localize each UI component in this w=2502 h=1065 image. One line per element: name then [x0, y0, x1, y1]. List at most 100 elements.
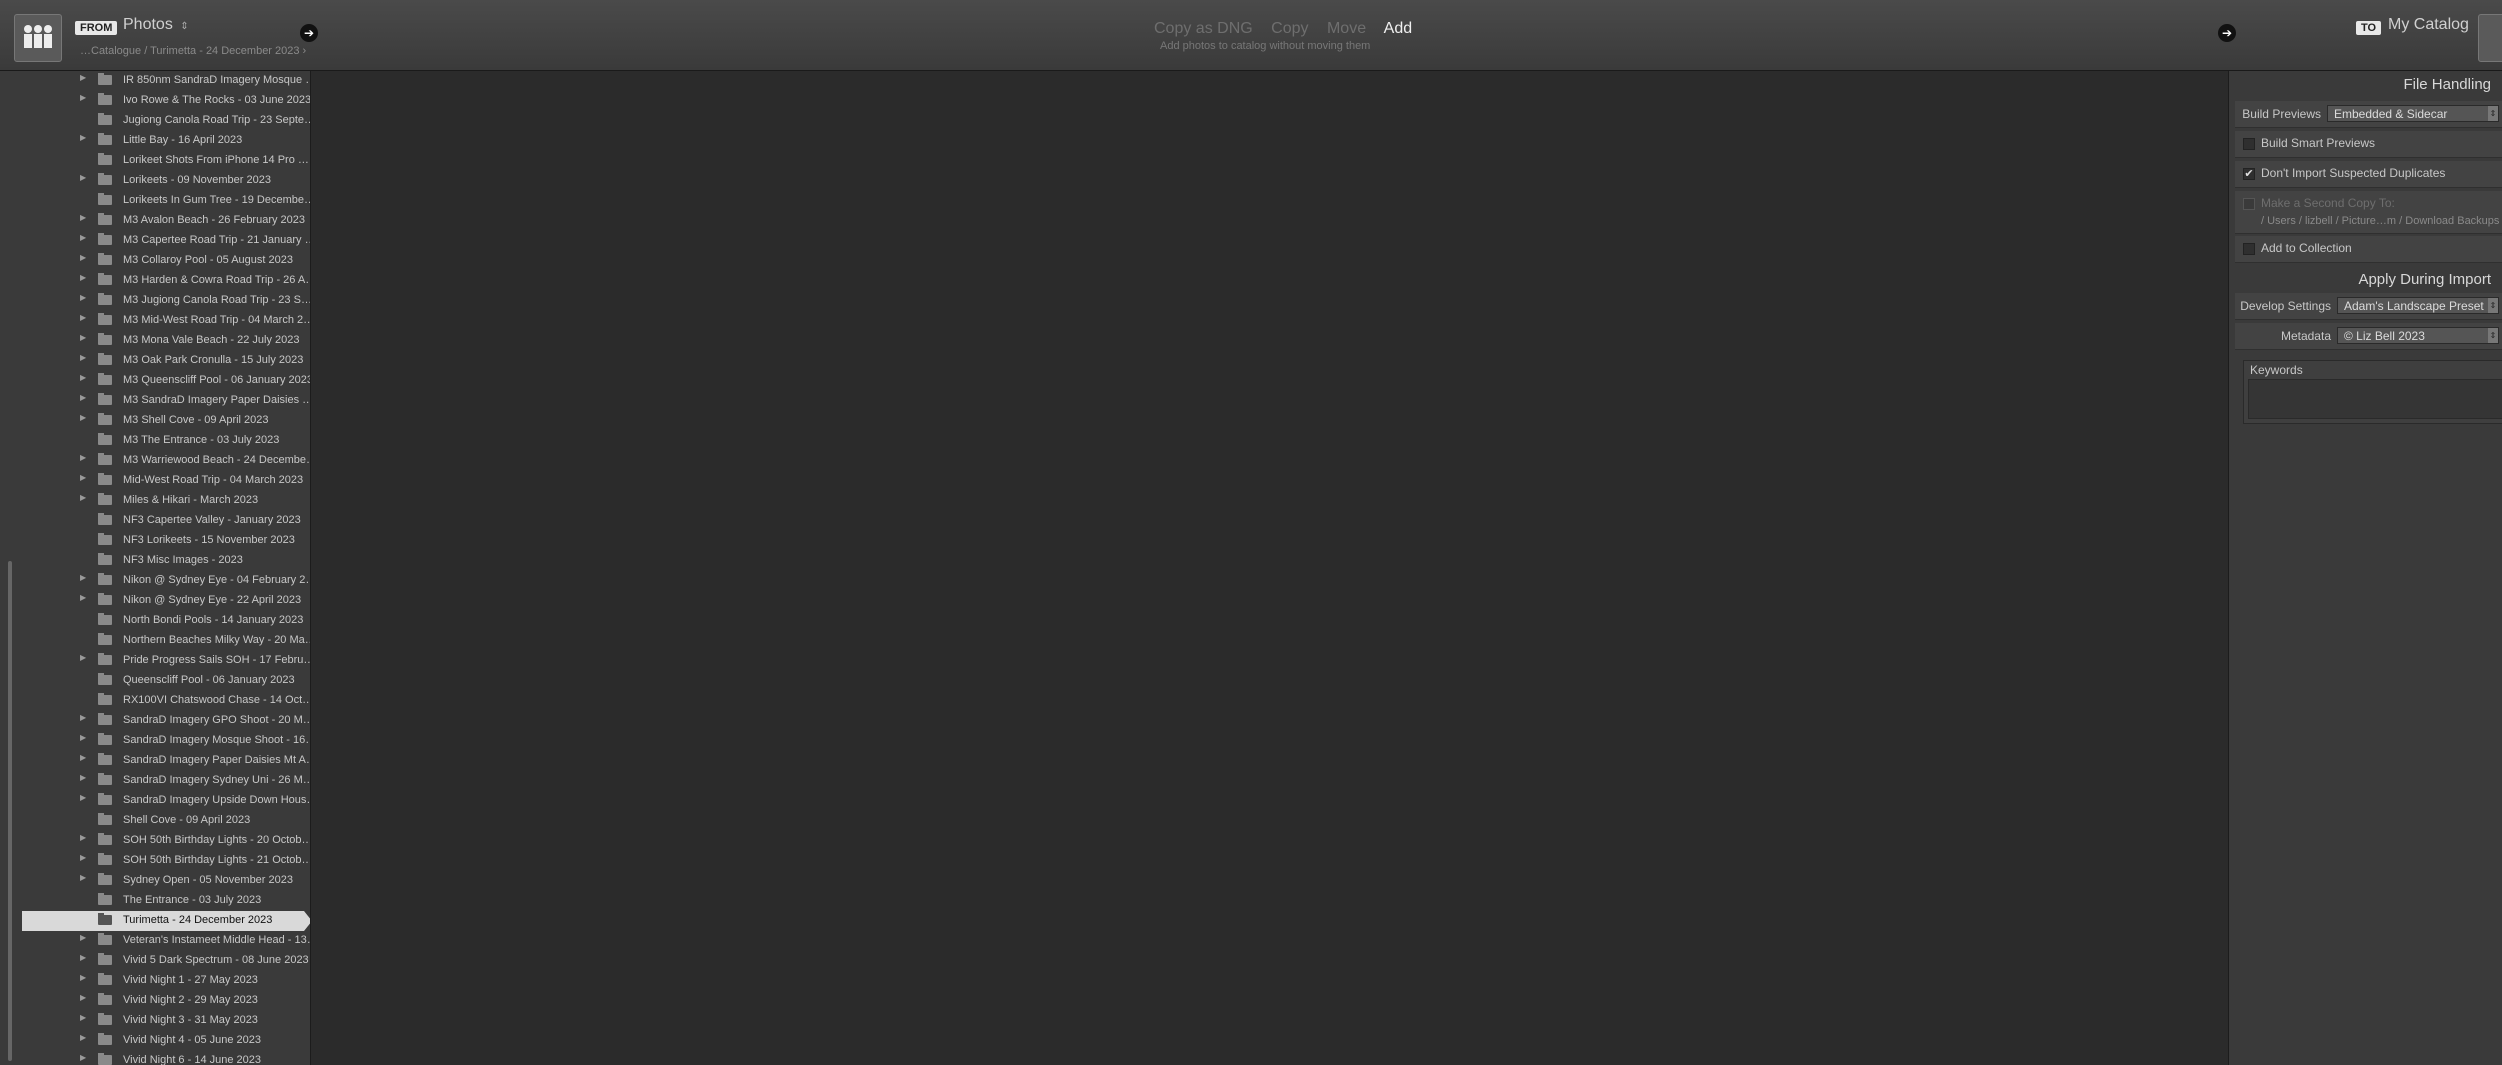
add-collection-checkbox[interactable]: [2243, 243, 2255, 255]
disclosure-triangle-icon[interactable]: ▶: [80, 1053, 86, 1062]
folder-row[interactable]: ▶ Veteran's Instameet Middle Head - 13…: [22, 931, 310, 951]
folder-row[interactable]: ▶ M3 Warriewood Beach - 24 December…: [22, 451, 310, 471]
folder-row[interactable]: Turimetta - 24 December 2023: [22, 911, 310, 931]
disclosure-triangle-icon[interactable]: ▶: [80, 273, 86, 282]
folder-row[interactable]: ▶ M3 Oak Park Cronulla - 15 July 2023: [22, 351, 304, 371]
mode-copy[interactable]: Copy: [1271, 20, 1308, 37]
folder-row[interactable]: NF3 Misc Images - 2023: [22, 551, 304, 571]
disclosure-triangle-icon[interactable]: ▶: [80, 333, 86, 342]
build-previews-select[interactable]: Embedded & Sidecar ⇕: [2327, 105, 2499, 122]
disclosure-triangle-icon[interactable]: ▶: [80, 453, 86, 462]
folder-row[interactable]: ▶ M3 Shell Cove - 09 April 2023: [22, 411, 304, 431]
folder-row[interactable]: ▶ M3 Capertee Road Trip - 21 January 2023: [22, 231, 310, 251]
folder-row[interactable]: ▶ SandraD Imagery Upside Down House…: [22, 791, 310, 811]
mode-add[interactable]: Add: [1384, 20, 1412, 37]
folder-row[interactable]: ▶ Vivid Night 3 - 31 May 2023: [22, 1011, 304, 1031]
folder-row[interactable]: The Entrance - 03 July 2023: [22, 891, 304, 911]
folder-row[interactable]: M3 The Entrance - 03 July 2023: [22, 431, 304, 451]
folder-row[interactable]: ▶ Pride Progress Sails SOH - 17 February …: [22, 651, 310, 671]
disclosure-triangle-icon[interactable]: ▶: [80, 393, 86, 402]
folder-row[interactable]: ▶ M3 Collaroy Pool - 05 August 2023: [22, 251, 304, 271]
folder-row[interactable]: Shell Cove - 09 April 2023: [22, 811, 304, 831]
file-handling-title[interactable]: File Handling: [2403, 76, 2491, 93]
folder-row[interactable]: Jugiong Canola Road Trip - 23 Septemb…: [22, 111, 310, 131]
disclosure-triangle-icon[interactable]: ▶: [80, 473, 86, 482]
disclosure-triangle-icon[interactable]: ▶: [80, 973, 86, 982]
disclosure-triangle-icon[interactable]: ▶: [80, 1013, 86, 1022]
disclosure-triangle-icon[interactable]: ▶: [80, 733, 86, 742]
folder-row[interactable]: Queenscliff Pool - 06 January 2023: [22, 671, 304, 691]
folder-row[interactable]: ▶ Miles & Hikari - March 2023: [22, 491, 304, 511]
folder-row[interactable]: ▶ Vivid Night 4 - 05 June 2023: [22, 1031, 304, 1051]
duplicates-checkbox[interactable]: ✔: [2243, 168, 2255, 180]
disclosure-triangle-icon[interactable]: ▶: [80, 713, 86, 722]
folder-row[interactable]: ▶ SOH 50th Birthday Lights - 20 October…: [22, 831, 310, 851]
destination-name[interactable]: My Catalog: [2388, 16, 2469, 34]
folder-row[interactable]: NF3 Lorikeets - 15 November 2023: [22, 531, 304, 551]
metadata-select[interactable]: © Liz Bell 2023 ⇕: [2337, 327, 2499, 344]
folder-row[interactable]: ▶ M3 SandraD Imagery Paper Daisies Mt…: [22, 391, 310, 411]
folder-row[interactable]: ▶ M3 Jugiong Canola Road Trip - 23 Septe…: [22, 291, 310, 311]
keywords-input[interactable]: [2248, 379, 2502, 419]
catalog-disk-icon[interactable]: [2478, 14, 2502, 62]
folder-row[interactable]: Lorikeets In Gum Tree - 19 December 2…: [22, 191, 310, 211]
folder-row[interactable]: ▶ Vivid Night 1 - 27 May 2023: [22, 971, 304, 991]
smart-previews-checkbox[interactable]: [2243, 138, 2255, 150]
folder-row[interactable]: North Bondi Pools - 14 January 2023: [22, 611, 304, 631]
folder-row[interactable]: ▶ M3 Avalon Beach - 26 February 2023: [22, 211, 305, 231]
folder-row[interactable]: ▶ Vivid 5 Dark Spectrum - 08 June 2023: [22, 951, 309, 971]
apply-during-import-title[interactable]: Apply During Import: [2358, 271, 2491, 288]
disclosure-triangle-icon[interactable]: ▶: [80, 953, 86, 962]
source-path[interactable]: …Catalogue / Turimetta - 24 December 202…: [80, 45, 306, 57]
folder-row[interactable]: ▶ M3 Mid-West Road Trip - 04 March 2023: [22, 311, 310, 331]
arrow-right-icon[interactable]: ➔: [300, 24, 318, 42]
folder-row[interactable]: ▶ M3 Queenscliff Pool - 06 January 2023: [22, 371, 310, 391]
disclosure-triangle-icon[interactable]: ▶: [80, 593, 86, 602]
disclosure-triangle-icon[interactable]: ▶: [80, 313, 86, 322]
disclosure-triangle-icon[interactable]: ▶: [80, 753, 86, 762]
folder-row[interactable]: ▶ SandraD Imagery Paper Daisies Mt Ann…: [22, 751, 310, 771]
disclosure-triangle-icon[interactable]: ▶: [80, 773, 86, 782]
second-copy-checkbox[interactable]: [2243, 198, 2255, 210]
disclosure-triangle-icon[interactable]: ▶: [80, 833, 86, 842]
disclosure-triangle-icon[interactable]: ▶: [80, 853, 86, 862]
disclosure-triangle-icon[interactable]: ▶: [80, 873, 86, 882]
disclosure-triangle-icon[interactable]: ▶: [80, 133, 86, 142]
disclosure-triangle-icon[interactable]: ▶: [80, 793, 86, 802]
folder-row[interactable]: ▶ Mid-West Road Trip - 04 March 2023: [22, 471, 304, 491]
disclosure-triangle-icon[interactable]: ▶: [80, 173, 86, 182]
develop-settings-select[interactable]: Adam's Landscape Preset ⇕: [2337, 297, 2499, 314]
arrow-right-icon[interactable]: ➔: [2218, 24, 2236, 42]
folder-row[interactable]: ▶ Vivid Night 2 - 29 May 2023: [22, 991, 304, 1011]
folder-row[interactable]: ▶ M3 Harden & Cowra Road Trip - 26 Aug…: [22, 271, 310, 291]
source-device-icon[interactable]: [14, 14, 62, 62]
disclosure-triangle-icon[interactable]: ▶: [80, 653, 86, 662]
folder-row[interactable]: ▶ Sydney Open - 05 November 2023: [22, 871, 304, 891]
disclosure-triangle-icon[interactable]: ▶: [80, 373, 86, 382]
disclosure-triangle-icon[interactable]: ▶: [80, 253, 86, 262]
folder-row[interactable]: ▶ Nikon @ Sydney Eye - 22 April 2023: [22, 591, 304, 611]
folder-row[interactable]: ▶ Vivid Night 6 - 14 June 2023: [22, 1051, 304, 1065]
folder-row[interactable]: ▶ Nikon @ Sydney Eye - 04 February 2023: [22, 571, 310, 591]
disclosure-triangle-icon[interactable]: ▶: [80, 1033, 86, 1042]
folder-row[interactable]: ▶ SandraD Imagery Sydney Uni - 26 Marc…: [22, 771, 310, 791]
mode-copy-as-dng[interactable]: Copy as DNG: [1154, 20, 1253, 37]
second-copy-path[interactable]: / Users / lizbell / Picture…m / Download…: [2261, 215, 2499, 227]
folder-row[interactable]: Lorikeet Shots From iPhone 14 Pro Max…: [22, 151, 310, 171]
folder-row[interactable]: ▶ SandraD Imagery GPO Shoot - 20 May…: [22, 711, 310, 731]
mode-move[interactable]: Move: [1327, 20, 1366, 37]
folder-row[interactable]: ▶ Lorikeets - 09 November 2023: [22, 171, 304, 191]
folder-row[interactable]: ▶ Little Bay - 16 April 2023: [22, 131, 304, 151]
disclosure-triangle-icon[interactable]: ▶: [80, 213, 86, 222]
disclosure-triangle-icon[interactable]: ▶: [80, 413, 86, 422]
folder-row[interactable]: Northern Beaches Milky Way - 20 May…: [22, 631, 310, 651]
disclosure-triangle-icon[interactable]: ▶: [80, 933, 86, 942]
disclosure-triangle-icon[interactable]: ▶: [80, 73, 86, 82]
folder-row[interactable]: RX100VI Chatswood Chase - 14 October…: [22, 691, 310, 711]
scrollbar[interactable]: [8, 561, 12, 1061]
folder-row[interactable]: ▶ SandraD Imagery Mosque Shoot - 16 S…: [22, 731, 310, 751]
disclosure-triangle-icon[interactable]: ▶: [80, 233, 86, 242]
folder-row[interactable]: ▶ IR 850nm SandraD Imagery Mosque S…: [22, 71, 310, 91]
folder-row[interactable]: ▶ Ivo Rowe & The Rocks - 03 June 2023: [22, 91, 310, 111]
disclosure-triangle-icon[interactable]: ▶: [80, 93, 86, 102]
